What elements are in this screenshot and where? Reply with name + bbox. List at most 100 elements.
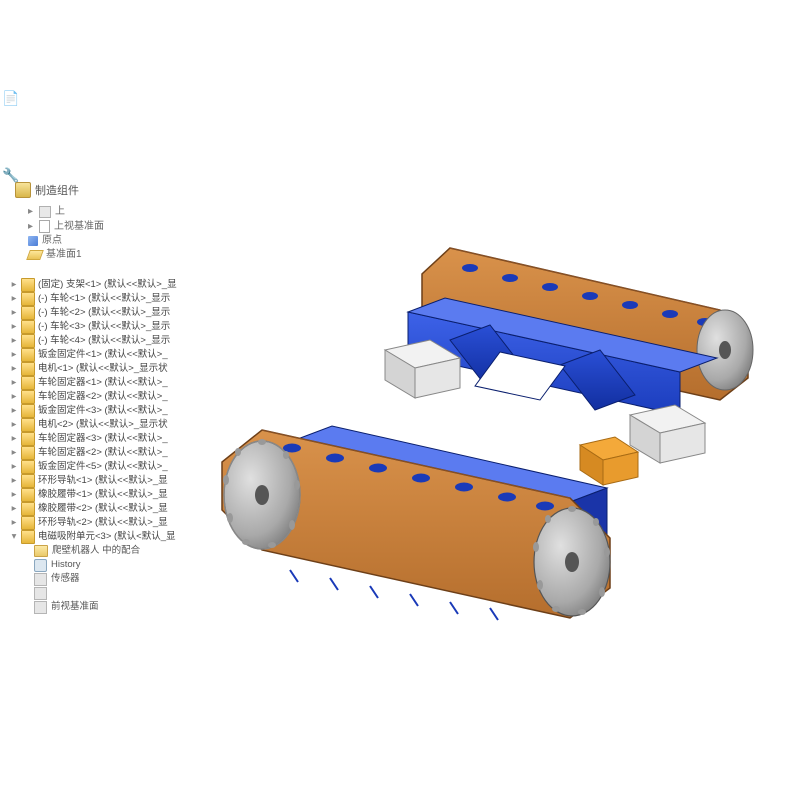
- expand-arrow-icon[interactable]: [10, 530, 18, 544]
- component-label: (-) 车轮<2> (默认<<默认>_显示: [38, 306, 170, 320]
- expand-arrow-icon[interactable]: [10, 432, 18, 446]
- tree-component-row[interactable]: 车轮固定器<2> (默认<<默认>_: [10, 446, 230, 460]
- tree-component-row[interactable]: 电磁吸附单元<3> (默认<默认_显: [10, 530, 230, 544]
- component-icon: [21, 334, 35, 348]
- component-icon: [21, 432, 35, 446]
- history-folder-icon: [34, 559, 47, 572]
- component-label: 电机<2> (默认<<默认>_显示状: [38, 418, 168, 432]
- tree-component-row[interactable]: 车轮固定器<3> (默认<<默认>_: [10, 432, 230, 446]
- expand-arrow-icon[interactable]: [10, 474, 18, 488]
- anchor-plane[interactable]: 基准面1: [28, 249, 104, 261]
- component-label: 车轮固定器<3> (默认<<默认>_: [38, 432, 168, 446]
- front-plane-item-icon: [34, 601, 47, 614]
- tree-component-row[interactable]: 车轮固定器<1> (默认<<默认>_: [10, 376, 230, 390]
- component-label: 电机<1> (默认<<默认>_显示状: [38, 362, 168, 376]
- component-label: 车轮固定器<2> (默认<<默认>_: [38, 446, 168, 460]
- expand-arrow-icon[interactable]: [10, 334, 18, 348]
- front-plane-item[interactable]: 前视基准面: [30, 600, 230, 614]
- component-icon: [21, 502, 35, 516]
- tree-component-row[interactable]: 橡胶履带<2> (默认<<默认>_显: [10, 502, 230, 516]
- expand-arrow-icon[interactable]: [10, 502, 18, 516]
- sub-label: 传感器: [51, 572, 80, 586]
- component-icon: [21, 460, 35, 474]
- sensor-item[interactable]: 传感器: [30, 572, 230, 586]
- notes-item[interactable]: [30, 586, 230, 600]
- component-icon: [21, 446, 35, 460]
- expand-arrow-icon[interactable]: [10, 460, 18, 474]
- tree-component-row[interactable]: 电机<1> (默认<<默认>_显示状: [10, 362, 230, 376]
- expand-arrow-icon[interactable]: [10, 320, 18, 334]
- expand-arrow-icon[interactable]: [10, 306, 18, 320]
- rail-icon-1[interactable]: 📄: [2, 90, 22, 107]
- solidworks-window: 📄 🔧 制造组件 上 上视基准面 原点 基准面1 (固定) 支架<1> (默认<…: [0, 0, 800, 800]
- component-icon: [21, 306, 35, 320]
- sub-label: 前视基准面: [51, 600, 99, 614]
- origin-icon: [28, 236, 38, 246]
- assembly-header[interactable]: 制造组件: [15, 182, 79, 198]
- component-label: 车轮固定器<1> (默认<<默认>_: [38, 376, 168, 390]
- tree-component-row[interactable]: (-) 车轮<2> (默认<<默认>_显示: [10, 306, 230, 320]
- component-label: 钣金固定件<5> (默认<<默认>_: [38, 460, 168, 474]
- assembly-icon: [15, 182, 31, 198]
- component-icon: [21, 278, 35, 292]
- mates-folder[interactable]: 爬壁机器人 中的配合: [30, 544, 230, 558]
- anchor-row[interactable]: 上视基准面: [28, 220, 104, 233]
- expand-arrow-icon[interactable]: [10, 418, 18, 432]
- assembly-label: 制造组件: [35, 182, 79, 198]
- cube-icon: [39, 206, 51, 218]
- expand-arrow-icon[interactable]: [10, 362, 18, 376]
- component-label: 橡胶履带<2> (默认<<默认>_显: [38, 502, 168, 516]
- expand-arrow-icon[interactable]: [10, 446, 18, 460]
- component-icon: [21, 488, 35, 502]
- component-label: 钣金固定件<1> (默认<<默认>_: [38, 348, 168, 362]
- expand-arrow-icon[interactable]: [10, 390, 18, 404]
- component-icon: [21, 348, 35, 362]
- tree-component-row[interactable]: 电机<2> (默认<<默认>_显示状: [10, 418, 230, 432]
- page-icon: [39, 220, 50, 233]
- component-label: 车轮固定器<2> (默认<<默认>_: [38, 390, 168, 404]
- component-label: (-) 车轮<4> (默认<<默认>_显示: [38, 334, 170, 348]
- anchor-row[interactable]: 上: [28, 206, 104, 218]
- component-icon: [21, 362, 35, 376]
- tree-component-row[interactable]: (固定) 支架<1> (默认<<默认>_显: [10, 278, 230, 292]
- component-label: 钣金固定件<3> (默认<<默认>_: [38, 404, 168, 418]
- expand-arrow-icon[interactable]: [10, 348, 18, 362]
- anchor-origin[interactable]: 原点: [28, 235, 104, 247]
- component-icon: [21, 404, 35, 418]
- model-viewport: [200, 190, 800, 650]
- plane-icon: [26, 250, 44, 260]
- expand-arrow-icon[interactable]: [10, 488, 18, 502]
- expand-arrow-icon[interactable]: [10, 278, 18, 292]
- component-label: (-) 车轮<3> (默认<<默认>_显示: [38, 320, 170, 334]
- sub-label: History: [51, 558, 81, 572]
- component-icon: [21, 530, 35, 544]
- expand-arrow-icon[interactable]: [10, 376, 18, 390]
- tree-component-row[interactable]: (-) 车轮<4> (默认<<默认>_显示: [10, 334, 230, 348]
- expand-arrow-icon[interactable]: [10, 516, 18, 530]
- mates-folder-icon: [34, 545, 48, 557]
- tree-component-row[interactable]: 钣金固定件<5> (默认<<默认>_: [10, 460, 230, 474]
- tree-component-row[interactable]: (-) 车轮<3> (默认<<默认>_显示: [10, 320, 230, 334]
- tree-component-row[interactable]: 钣金固定件<1> (默认<<默认>_: [10, 348, 230, 362]
- notes-item-icon: [34, 587, 47, 600]
- tree-component-row[interactable]: 环形导轨<2> (默认<<默认>_显: [10, 516, 230, 530]
- history-folder[interactable]: History: [30, 558, 230, 572]
- component-icon: [21, 292, 35, 306]
- model-svg: [200, 190, 800, 650]
- feature-tree[interactable]: (固定) 支架<1> (默认<<默认>_显(-) 车轮<1> (默认<<默认>_…: [10, 278, 230, 614]
- component-icon: [21, 418, 35, 432]
- tree-component-row[interactable]: 橡胶履带<1> (默认<<默认>_显: [10, 488, 230, 502]
- component-icon: [21, 320, 35, 334]
- tree-component-row[interactable]: (-) 车轮<1> (默认<<默认>_显示: [10, 292, 230, 306]
- component-label: (固定) 支架<1> (默认<<默认>_显: [38, 278, 177, 292]
- component-label: 环形导轨<2> (默认<<默认>_显: [38, 516, 168, 530]
- tree-component-row[interactable]: 环形导轨<1> (默认<<默认>_显: [10, 474, 230, 488]
- component-label: (-) 车轮<1> (默认<<默认>_显示: [38, 292, 170, 306]
- expand-arrow-icon[interactable]: [10, 292, 18, 306]
- tree-component-row[interactable]: 车轮固定器<2> (默认<<默认>_: [10, 390, 230, 404]
- left-rail: 📄 🔧: [2, 90, 22, 184]
- tree-anchors: 上 上视基准面 原点 基准面1: [28, 206, 104, 261]
- expand-arrow-icon[interactable]: [10, 404, 18, 418]
- tree-component-row[interactable]: 钣金固定件<3> (默认<<默认>_: [10, 404, 230, 418]
- sensor-item-icon: [34, 573, 47, 586]
